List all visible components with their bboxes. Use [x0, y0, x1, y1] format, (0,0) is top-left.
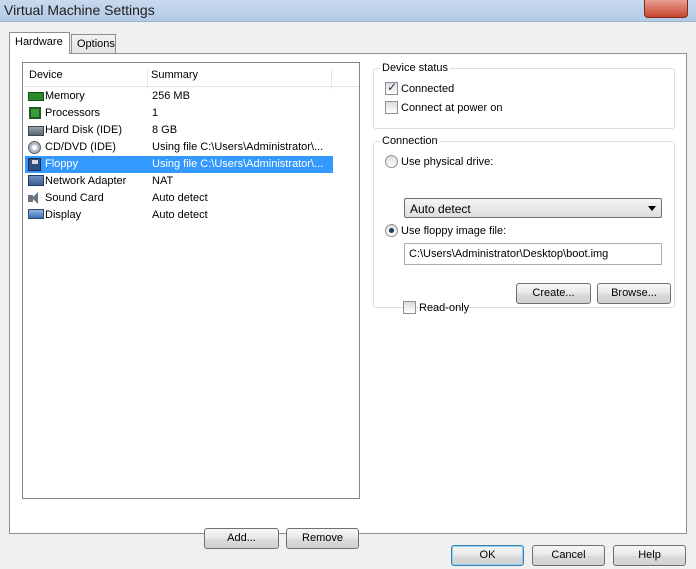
connect-at-power-on-checkbox[interactable] [385, 101, 398, 114]
device-summary: 8 GB [152, 124, 178, 136]
device-row-memory[interactable]: Memory 256 MB [25, 88, 333, 105]
cd-dvd-icon [28, 141, 41, 154]
add-device-button[interactable]: Add... [204, 528, 279, 549]
connect-at-power-on-label[interactable]: Connect at power on [401, 102, 503, 114]
column-header-device[interactable]: Device [29, 69, 63, 81]
device-status-legend: Device status [380, 62, 451, 74]
device-row-network-adapter[interactable]: Network Adapter NAT [25, 173, 333, 190]
close-button[interactable] [644, 0, 688, 18]
display-icon [28, 209, 44, 219]
title-bar: Virtual Machine Settings [0, 0, 696, 22]
device-name: Sound Card [45, 192, 104, 204]
connected-checkbox[interactable] [385, 80, 398, 95]
device-summary: Using file C:\Users\Administrator\... [152, 141, 324, 153]
tab-hardware[interactable]: Hardware [9, 32, 70, 54]
device-summary: Using file C:\Users\Administrator\... [152, 158, 324, 170]
device-row-sound-card[interactable]: Sound Card Auto detect [25, 190, 333, 207]
device-name: Memory [45, 90, 85, 102]
dialog-body: Options Hardware Device Summary Memory 2… [0, 22, 696, 569]
device-summary: 256 MB [152, 90, 190, 102]
hard-disk-icon [28, 126, 44, 136]
sound-card-icon [28, 192, 42, 205]
device-row-floppy[interactable]: Floppy Using file C:\Users\Administrator… [25, 156, 333, 173]
help-button[interactable]: Help [613, 545, 686, 566]
device-name: Network Adapter [45, 175, 127, 187]
physical-drive-label[interactable]: Use physical drive: [401, 156, 493, 168]
window-title: Virtual Machine Settings [4, 2, 155, 18]
column-header-summary[interactable]: Summary [151, 69, 198, 81]
read-only-checkbox[interactable] [403, 301, 416, 314]
hardware-panel: Device Summary Memory 256 MB Processors … [9, 53, 687, 549]
tab-options[interactable]: Options [71, 34, 116, 54]
device-row-processors[interactable]: Processors 1 [25, 105, 333, 122]
device-summary: Auto detect [152, 209, 208, 221]
device-row-hard-disk[interactable]: Hard Disk (IDE) 8 GB [25, 122, 333, 139]
device-list[interactable]: Device Summary Memory 256 MB Processors … [22, 62, 360, 499]
device-list-header: Device Summary [23, 63, 359, 89]
network-adapter-icon [28, 175, 44, 186]
device-summary: NAT [152, 175, 174, 187]
device-summary: Auto detect [152, 192, 208, 204]
physical-drive-select[interactable]: Auto detect [404, 198, 662, 218]
connected-label[interactable]: Connected [401, 83, 454, 95]
device-row-display[interactable]: Display Auto detect [25, 207, 333, 224]
physical-drive-select-value: Auto detect [410, 202, 471, 216]
cancel-button[interactable]: Cancel [532, 545, 605, 566]
chevron-down-icon [648, 206, 656, 211]
read-only-label[interactable]: Read-only [419, 302, 469, 314]
remove-device-button[interactable]: Remove [286, 528, 359, 549]
create-button[interactable]: Create... [516, 283, 591, 304]
device-name: Display [45, 209, 82, 221]
browse-button[interactable]: Browse... [597, 283, 671, 304]
image-path-input[interactable]: C:\Users\Administrator\Desktop\boot.img [404, 243, 662, 265]
device-row-cd-dvd[interactable]: CD/DVD (IDE) Using file C:\Users\Adminis… [25, 139, 333, 156]
device-name: Hard Disk (IDE) [45, 124, 123, 136]
floppy-image-radio[interactable] [385, 224, 398, 237]
memory-icon [28, 92, 44, 101]
physical-drive-radio[interactable] [385, 155, 398, 168]
device-name: Floppy [45, 158, 79, 170]
connection-legend: Connection [380, 135, 440, 147]
ok-button[interactable]: OK [451, 545, 524, 566]
device-name: CD/DVD (IDE) [45, 141, 116, 153]
processor-icon [29, 107, 41, 119]
device-status-group: Device status [373, 62, 675, 129]
device-summary: 1 [152, 107, 159, 119]
image-path-value: C:\Users\Administrator\Desktop\boot.img [409, 248, 609, 260]
device-name: Processors [45, 107, 101, 119]
floppy-image-label[interactable]: Use floppy image file: [401, 225, 506, 237]
floppy-icon [28, 158, 41, 171]
